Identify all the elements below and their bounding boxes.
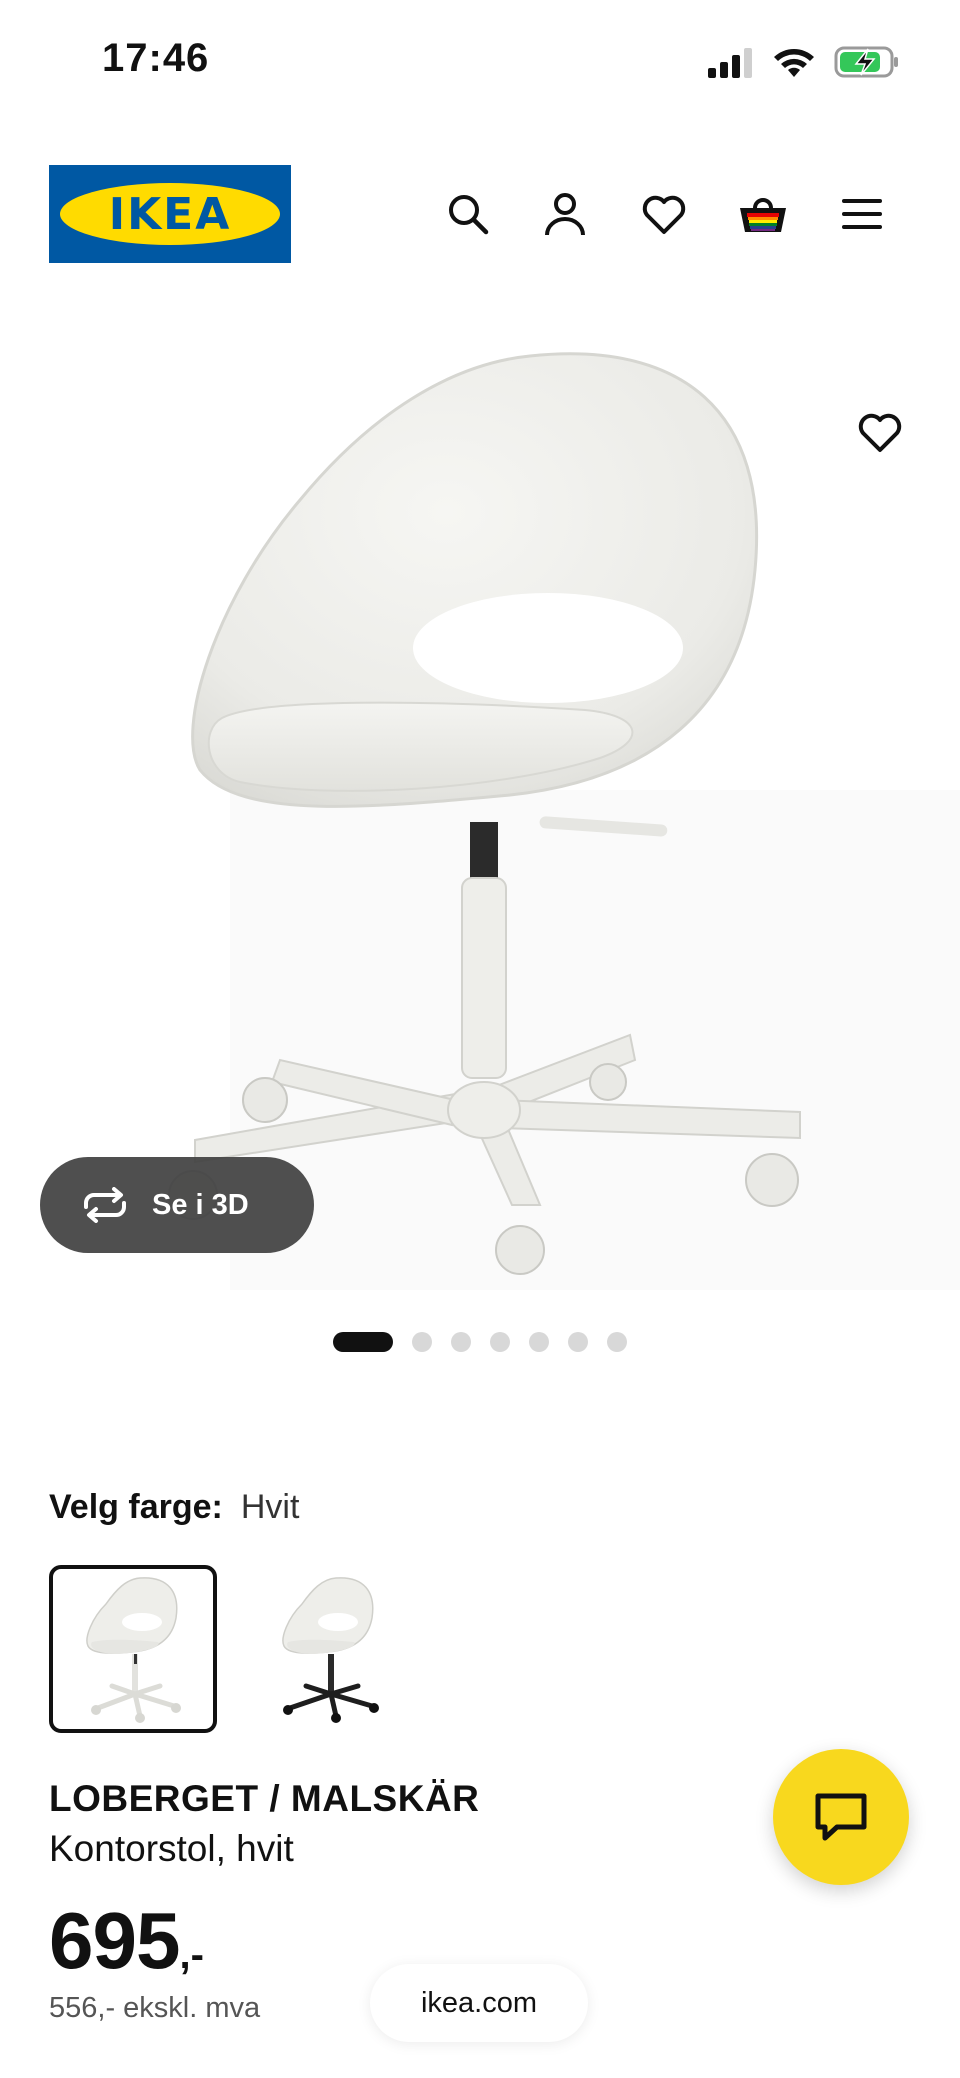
browser-url-bar[interactable]: ikea.com [370,1964,588,2042]
menu-icon[interactable] [830,182,894,246]
product-description: Kontorstol, hvit [49,1828,294,1869]
logo-text: IKEA [108,188,232,240]
search-icon[interactable] [436,182,500,246]
carousel-dot-6[interactable] [568,1332,588,1352]
color-option-black-base[interactable] [245,1565,413,1733]
product-image[interactable] [0,300,960,1300]
battery-charging-icon [834,46,898,78]
product-name: LOBERGET / MALSKÄR [49,1778,480,1819]
view-3d-button[interactable]: Se i 3D [40,1157,314,1253]
carousel-indicator [0,1332,960,1352]
status-time: 17:46 [102,36,210,80]
signal-icon [708,48,752,78]
color-option-white[interactable] [49,1565,217,1733]
carousel-dot-4[interactable] [490,1332,510,1352]
account-icon[interactable] [533,182,597,246]
carousel-dot-5[interactable] [529,1332,549,1352]
product-price: 695,- [49,1895,204,1987]
black-base-chair-thumbnail [282,1577,379,1723]
color-selector: Velg farge: Hvit [49,1488,299,1527]
carousel-dot-7[interactable] [607,1332,627,1352]
carousel-dot-2[interactable] [412,1332,432,1352]
color-value: Hvit [240,1488,300,1526]
wifi-icon [774,49,814,77]
chat-icon [815,1793,867,1841]
favorite-button[interactable] [848,400,912,464]
carousel-dot-1[interactable] [333,1332,393,1352]
logo-oval: IKEA [60,183,280,245]
rotate-3d-icon [84,1187,126,1223]
white-chair-thumbnail [86,1577,181,1723]
basket-icon[interactable] [731,182,795,246]
price-main: 695 [49,1896,180,1985]
carousel-dot-3[interactable] [451,1332,471,1352]
price-suffix: ,- [179,1933,204,1977]
color-label: Velg farge: [49,1488,223,1526]
chat-button[interactable] [773,1749,909,1885]
heart-outline-icon [858,413,902,452]
price-excl-vat: 556,- ekskl. mva [49,1992,261,2024]
view-3d-label: Se i 3D [152,1188,249,1221]
ikea-logo[interactable]: IKEA [49,165,291,263]
heart-icon[interactable] [632,182,696,246]
status-icons [706,42,900,82]
